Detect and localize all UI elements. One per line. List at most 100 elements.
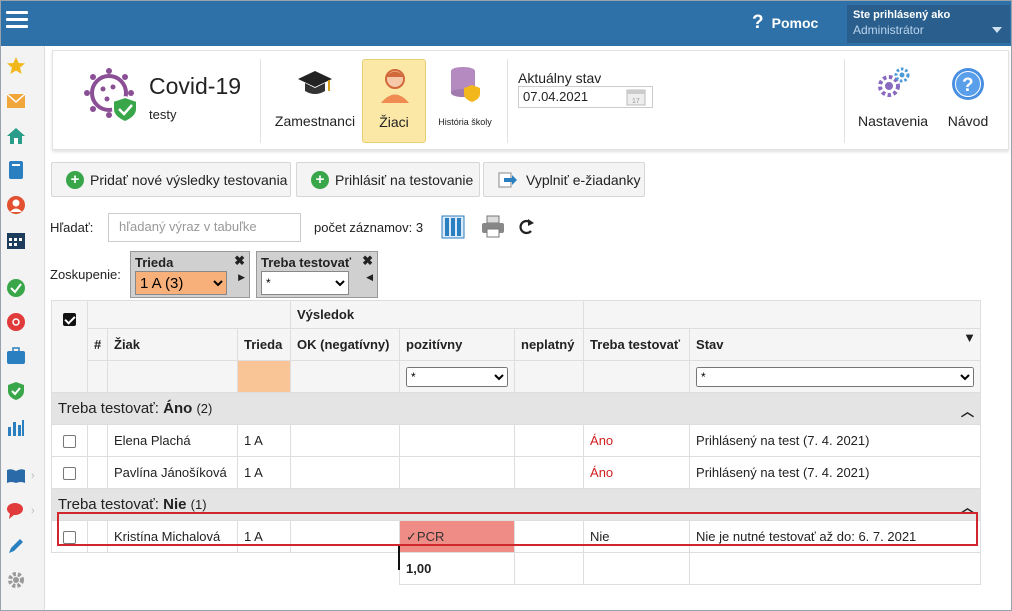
pencil-icon[interactable] — [6, 536, 26, 556]
select-all-cell — [51, 300, 88, 393]
open-book-icon[interactable] — [6, 466, 26, 486]
settings-button[interactable]: Nastavenia — [853, 59, 933, 143]
guide-label: Návod — [947, 113, 989, 129]
row-need: Áno — [583, 456, 691, 489]
table-row[interactable]: Pavlína Jánošíková 1 A Áno Prihlásený na… — [51, 456, 982, 489]
chevron-right-icon: › — [31, 505, 35, 517]
group-class-select[interactable]: 1 A (3) — [135, 271, 227, 295]
help-label: Pomoc — [771, 15, 819, 31]
columns-icon[interactable] — [440, 215, 466, 239]
printer-icon[interactable] — [480, 215, 506, 239]
row-checkbox[interactable] — [63, 467, 76, 481]
group-prefix: Treba testovať: — [58, 400, 164, 417]
row-positive — [399, 424, 516, 457]
register-test-label: Prihlásiť na testovanie — [335, 171, 474, 188]
group-row-no-cell: Treba testovať: Nie (1) ︿ — [50, 488, 982, 521]
check-circle-icon[interactable] — [6, 278, 26, 298]
book-icon[interactable] — [6, 160, 26, 180]
chat-icon[interactable] — [6, 501, 26, 521]
chevron-up-icon[interactable]: ︿ — [961, 401, 974, 420]
user-menu[interactable]: Ste prihlásený ako Administrátor — [847, 5, 1010, 43]
filter-cell: * — [399, 360, 516, 393]
col-class[interactable]: Trieda — [236, 328, 292, 361]
calendar-icon[interactable] — [6, 230, 26, 250]
refresh-icon[interactable] — [516, 215, 536, 239]
shield-icon[interactable] — [6, 381, 26, 401]
menu-icon[interactable] — [6, 11, 28, 31]
row-positive — [399, 456, 516, 489]
virus-icon[interactable] — [6, 312, 26, 332]
group-prefix: Treba testovať: — [58, 496, 164, 513]
close-icon[interactable]: ✖ — [234, 253, 245, 269]
row-class: 1 A — [236, 424, 292, 457]
col-positive[interactable]: pozitívny — [399, 328, 516, 361]
employees-button[interactable]: Zamestnanci — [271, 59, 359, 143]
mail-icon[interactable] — [6, 91, 26, 111]
select-all-checkbox[interactable] — [63, 313, 76, 327]
close-icon[interactable]: ✖ — [362, 253, 373, 269]
e-request-button[interactable]: Vyplniť e-žiadanky — [483, 162, 645, 197]
home-icon[interactable] — [6, 126, 26, 146]
row-ok — [290, 456, 401, 489]
add-results-button[interactable]: + Pridať nové výsledky testovania — [51, 162, 291, 197]
col-num[interactable]: # — [87, 328, 108, 361]
table-row[interactable]: Elena Plachá 1 A Áno Prihlásený na test … — [51, 424, 982, 457]
group-chip-class[interactable]: Trieda ✖ ▶ 1 A (3) — [130, 251, 250, 298]
chevron-right-icon: › — [31, 470, 35, 482]
row-invalid — [514, 424, 585, 457]
col-ok[interactable]: OK (negatívny) — [290, 328, 401, 361]
help-circle-icon: ? — [952, 68, 984, 100]
row-ok — [290, 424, 401, 457]
record-count: počet záznamov: 3 — [314, 220, 424, 235]
group-chip-need[interactable]: Treba testovať ✖ ◀ * — [256, 251, 378, 298]
col-status[interactable]: Stav ▼ — [689, 328, 982, 361]
filter-cell — [514, 360, 585, 393]
question-icon: ? — [752, 12, 764, 33]
blank-header — [583, 300, 982, 329]
register-test-button[interactable]: + Prihlásiť na testovanie — [296, 162, 480, 197]
class-filter-cell[interactable] — [236, 360, 292, 393]
school-history-button[interactable]: História školy — [430, 59, 500, 143]
group-value: Áno — [163, 400, 193, 417]
group-row-no[interactable]: Treba testovať: Nie (1) ︿ — [50, 488, 982, 521]
group-need-select[interactable]: * — [261, 271, 349, 295]
star-icon[interactable] — [6, 56, 26, 76]
group-count: (2) — [196, 401, 213, 416]
sum-row: 1,00 — [51, 552, 982, 585]
calendar-icon[interactable]: 17 — [626, 88, 646, 106]
gear-icon[interactable] — [6, 570, 26, 590]
bar-chart-icon[interactable] — [6, 418, 26, 438]
result-group-header: Výsledok — [290, 300, 585, 329]
group-row-yes[interactable]: Treba testovať: Áno (2) ︿ — [50, 392, 982, 425]
caret-left-icon[interactable]: ◀ — [366, 272, 373, 283]
person-icon[interactable] — [6, 195, 26, 215]
row-checkbox[interactable] — [63, 531, 76, 545]
positive-filter[interactable]: * — [406, 366, 509, 387]
divider — [844, 59, 845, 143]
students-button[interactable]: Žiaci — [362, 59, 426, 143]
status-filter[interactable]: * — [696, 366, 975, 387]
chevron-up-icon[interactable]: ︿ — [961, 497, 974, 516]
sort-down-icon[interactable]: ▼ — [963, 330, 976, 345]
filter-row: * * — [52, 360, 982, 393]
svg-text:17: 17 — [632, 98, 640, 105]
col-need[interactable]: Treba testovať — [583, 328, 691, 361]
caret-right-icon[interactable]: ▶ — [238, 272, 245, 283]
filter-cell — [87, 360, 108, 393]
filter-cell — [107, 360, 238, 393]
row-status: Nie je nutné testovať až do: 6. 7. 2021 — [689, 520, 982, 553]
search-label: Hľadať: — [50, 220, 94, 235]
row-checkbox[interactable] — [63, 435, 76, 449]
help-link[interactable]: ? Pomoc — [752, 12, 818, 34]
row-positive[interactable]: ✓PCR — [399, 520, 516, 553]
table-row[interactable]: Kristína Michalová 1 A ✓PCR Nie Nie je n… — [51, 520, 982, 553]
employees-label: Zamestnanci — [274, 113, 356, 129]
briefcase-icon[interactable] — [6, 346, 26, 366]
search-input[interactable]: hľadaný výraz v tabuľke — [108, 213, 301, 242]
guide-button[interactable]: ? Návod — [939, 59, 997, 143]
filter-cell: * — [689, 360, 982, 393]
col-invalid[interactable]: neplatný — [514, 328, 585, 361]
covid-logo-icon — [84, 68, 138, 123]
col-student[interactable]: Žiak — [107, 328, 238, 361]
plus-icon: + — [311, 170, 329, 189]
